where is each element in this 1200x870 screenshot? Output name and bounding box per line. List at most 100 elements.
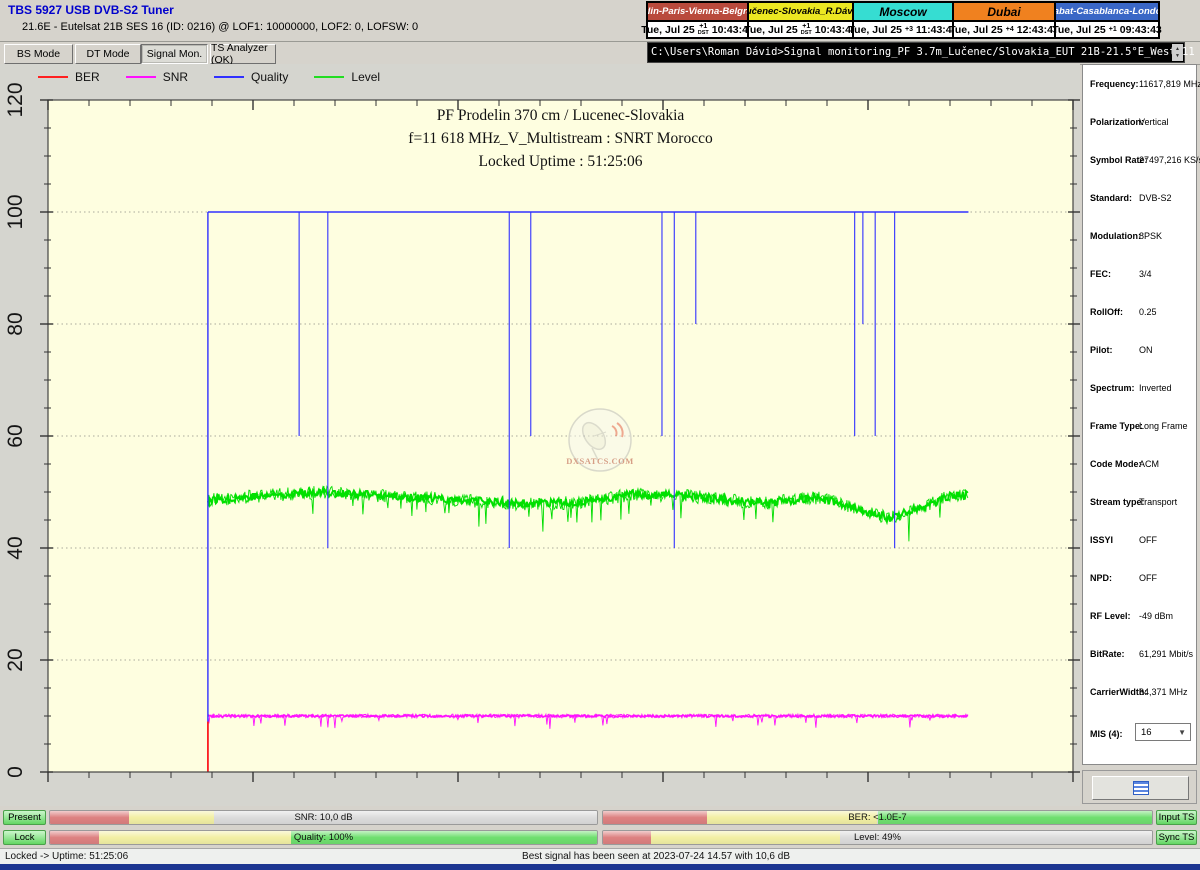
- tab-dt-mode[interactable]: DT Mode: [75, 44, 141, 64]
- y-axis-label: 0: [4, 766, 27, 778]
- tab-signal-mon-[interactable]: Signal Mon.: [141, 44, 208, 64]
- clock-column: Lučenec-Slovakia_R.DávidTue, Jul 25+1DST…: [747, 1, 854, 41]
- world-clocks: Berlin-Paris-Vienna-BelgradeTue, Jul 25+…: [646, 1, 1160, 41]
- chart-title-line: PF Prodelin 370 cm / Lucenec-Slovakia: [437, 107, 685, 124]
- signal-meters: Present Lock Input TS Sync TS SNR: 10,0 dB BE…: [0, 806, 1200, 848]
- y-axis-label: 60: [4, 424, 27, 447]
- clock-city-header: Berlin-Paris-Vienna-Belgrade: [646, 1, 749, 22]
- lock-button[interactable]: Lock: [3, 830, 46, 845]
- param-label: Standard:: [1090, 193, 1132, 203]
- tab-ts-analyzer-ok-[interactable]: TS Analyzer (OK): [210, 44, 276, 64]
- param-label: BitRate:: [1090, 649, 1125, 659]
- param-row: ISSYIOFF: [1083, 535, 1196, 549]
- clock-date: Tue, Jul 25: [641, 24, 695, 36]
- clock-time: Tue, Jul 25+1DST10:43:43: [646, 22, 749, 39]
- meter-label: BER: <1.0E-7: [603, 811, 1152, 824]
- param-value: OFF: [1139, 573, 1157, 583]
- param-row: Symbol Rate:27497,216 KS/s: [1083, 155, 1196, 169]
- present-button[interactable]: Present: [3, 810, 46, 825]
- taskbar-edge: [0, 864, 1200, 870]
- meter-label: Quality: 100%: [50, 831, 597, 844]
- param-value: 3/4: [1139, 269, 1152, 279]
- param-label: RF Level:: [1090, 611, 1131, 621]
- spin-down-icon[interactable]: ▼: [1175, 53, 1180, 59]
- meter-ber: BER: <1.0E-7: [602, 810, 1153, 825]
- dst-flag: DST: [698, 30, 709, 36]
- clock-time: Tue, Jul 25+109:43:43: [1054, 22, 1160, 39]
- param-label: NPD:: [1090, 573, 1112, 583]
- clock-city-header: Rabat-Casablanca-London: [1054, 1, 1160, 22]
- offset-value: +4: [1006, 27, 1014, 33]
- y-axis-label: 40: [4, 536, 27, 559]
- parameters-panel: MIS (4): 16 ▼ Frequency:11617,819 MHzPol…: [1082, 64, 1197, 765]
- param-row: CarrierWidth:34,371 MHz: [1083, 687, 1196, 701]
- sync-ts-button[interactable]: Sync TS: [1156, 830, 1197, 845]
- param-row: RollOff:0.25: [1083, 307, 1196, 321]
- param-value: ACM: [1139, 459, 1159, 469]
- tuner-subtitle: 21.6E - Eutelsat 21B SES 16 (ID: 0216) @…: [22, 21, 418, 33]
- command-scroll-spinner[interactable]: ▲▼: [1172, 44, 1183, 61]
- param-row: Pilot:ON: [1083, 345, 1196, 359]
- param-row: Spectrum:Inverted: [1083, 383, 1196, 397]
- clock-city-header: Dubai: [952, 1, 1056, 22]
- param-value: 61,291 Mbit/s: [1139, 649, 1193, 659]
- offset-value: +3: [905, 27, 913, 33]
- mis-value: 16: [1141, 727, 1152, 738]
- clock-date: Tue, Jul 25: [744, 24, 798, 36]
- clock-utc-offset: +1DST: [801, 24, 812, 36]
- param-value: 11617,819 MHz: [1139, 79, 1200, 89]
- clock-date: Tue, Jul 25: [1052, 24, 1106, 36]
- legend-line-swatch: [38, 76, 68, 78]
- param-row: NPD: OFF: [1083, 573, 1196, 587]
- param-label: Frame Type:: [1090, 421, 1143, 431]
- meter-snr: SNR: 10,0 dB: [49, 810, 598, 825]
- param-label: Frequency:: [1090, 79, 1139, 89]
- spin-up-icon[interactable]: ▲: [1175, 46, 1180, 52]
- legend-line-swatch: [214, 76, 244, 78]
- param-row: Frame Type:Long Frame: [1083, 421, 1196, 435]
- param-row: Stream type:Transport: [1083, 497, 1196, 511]
- meter-label: SNR: 10,0 dB: [50, 811, 597, 824]
- param-row: BitRate: 61,291 Mbit/s: [1083, 649, 1196, 663]
- clock-column: DubaiTue, Jul 25+412:43:43: [952, 1, 1056, 41]
- mis-dropdown[interactable]: 16 ▼: [1135, 723, 1191, 741]
- legend-item-level: Level: [314, 70, 380, 84]
- chart-title-line: Locked Uptime : 51:25:06: [478, 153, 642, 170]
- tab-bs-mode[interactable]: BS Mode: [4, 44, 73, 64]
- legend-label: Quality: [251, 70, 288, 84]
- clock-utc-offset: +4: [1006, 27, 1014, 33]
- status-best-signal: Best signal has been seen at 2023-07-24 …: [400, 851, 790, 862]
- chevron-down-icon: ▼: [1178, 728, 1186, 737]
- clock-utc-offset: +3: [905, 27, 913, 33]
- legend-item-quality: Quality: [214, 70, 288, 84]
- legend-item-snr: SNR: [126, 70, 188, 84]
- header: TBS 5927 USB DVB-S2 Tuner 21.6E - Eutels…: [0, 0, 1200, 42]
- param-value: 0.25: [1139, 307, 1157, 317]
- mis-label: MIS (4):: [1090, 729, 1123, 739]
- log-button[interactable]: [1092, 776, 1189, 800]
- param-row: Modulation:8PSK: [1083, 231, 1196, 245]
- legend-line-swatch: [314, 76, 344, 78]
- log-list-icon: [1133, 781, 1149, 795]
- command-line-bar: C:\Users\Roman Dávid>Signal monitoring_P…: [647, 42, 1185, 63]
- offset-value: +1: [1109, 27, 1117, 33]
- application-window: TBS 5927 USB DVB-S2 Tuner 21.6E - Eutels…: [0, 0, 1200, 870]
- y-axis-label: 100: [4, 194, 27, 229]
- log-button-panel: [1082, 770, 1197, 804]
- legend-label: BER: [75, 70, 100, 84]
- legend-label: Level: [351, 70, 380, 84]
- dst-flag: DST: [801, 30, 812, 36]
- clock-date: Tue, Jul 25: [849, 24, 903, 36]
- tab-row: C:\Users\Roman Dávid>Signal monitoring_P…: [0, 42, 1200, 65]
- clock-column: MoscowTue, Jul 25+311:43:43: [852, 1, 954, 41]
- param-value: DVB-S2: [1139, 193, 1172, 203]
- chart-legend: BER SNR Quality Level: [38, 70, 406, 84]
- clock-time: Tue, Jul 25+311:43:43: [852, 22, 954, 39]
- param-label: Pilot:: [1090, 345, 1113, 355]
- y-axis-label: 20: [4, 648, 27, 671]
- clock-utc-offset: +1DST: [698, 24, 709, 36]
- param-row: Frequency:11617,819 MHz: [1083, 79, 1196, 93]
- status-bar: Locked -> Uptime: 51:25:06 Best signal h…: [0, 848, 1200, 865]
- param-value: 27497,216 KS/s: [1139, 155, 1200, 165]
- input-ts-button[interactable]: Input TS: [1156, 810, 1197, 825]
